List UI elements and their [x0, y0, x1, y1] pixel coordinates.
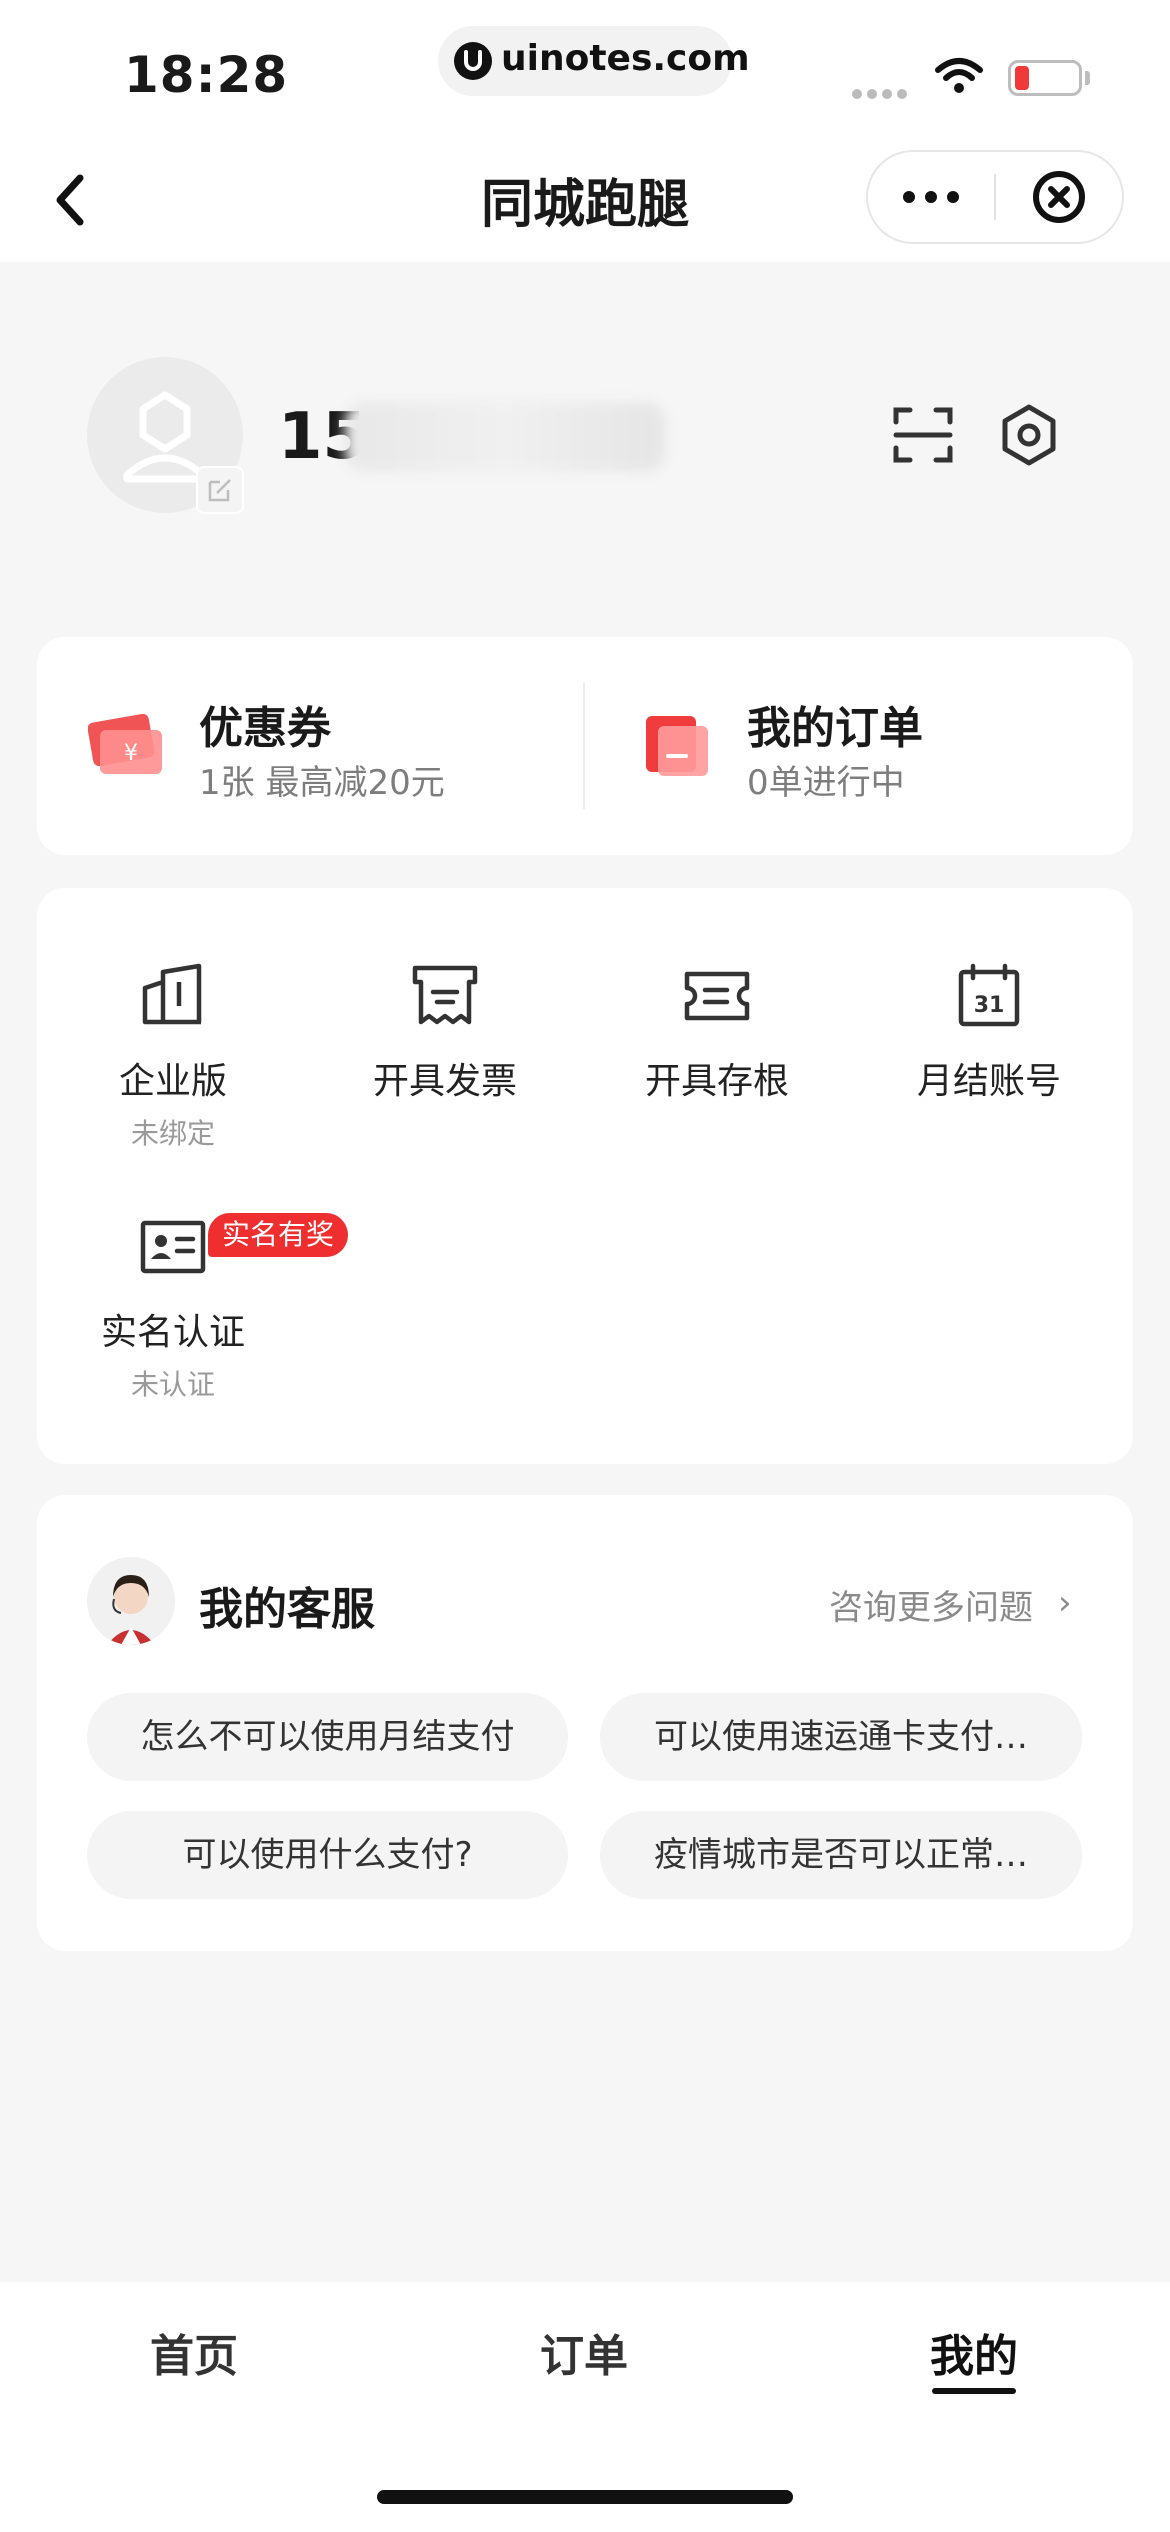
ticket-stub-icon — [684, 971, 750, 1021]
site-logo-icon — [454, 42, 492, 80]
id-card-icon — [140, 1220, 206, 1274]
edit-icon[interactable] — [196, 466, 244, 514]
chevron-right-icon[interactable]: › — [1058, 1583, 1072, 1623]
service-label: 月结账号 — [916, 1061, 1061, 1102]
more-questions-link[interactable]: 咨询更多问题 — [829, 1580, 1033, 1629]
service-monthly-account[interactable]: 31 月结账号 — [853, 962, 1125, 1104]
service-status: 未绑定 — [130, 1117, 215, 1150]
tab-mine[interactable]: 我的 — [874, 2320, 1074, 2384]
status-time: 18:28 — [124, 46, 289, 104]
capsule-divider — [994, 174, 996, 220]
building-icon — [142, 963, 202, 1025]
tab-orders[interactable]: 订单 — [484, 2320, 684, 2384]
signal-icon — [852, 84, 912, 103]
service-label: 企业版 — [118, 1061, 227, 1102]
order-icon — [642, 712, 712, 778]
coupon-title[interactable]: 优惠券 — [199, 692, 331, 756]
tab-home[interactable]: 首页 — [94, 2320, 294, 2384]
active-tab-indicator — [932, 2388, 1016, 2394]
wifi-icon — [934, 56, 984, 100]
phone-mask — [345, 402, 665, 472]
invoice-icon — [412, 965, 478, 1025]
orders-subtitle: 0单进行中 — [747, 763, 905, 803]
service-label: 实名认证 — [100, 1312, 245, 1353]
faq-chip[interactable]: 怎么不可以使用月结支付 — [87, 1693, 568, 1781]
service-label: 开具存根 — [644, 1061, 789, 1102]
more-dots-icon[interactable] — [898, 170, 964, 224]
battery-level — [1015, 66, 1029, 90]
service-invoice[interactable]: 开具发票 — [309, 962, 581, 1104]
close-circle-icon[interactable] — [1032, 170, 1086, 224]
service-agent-avatar — [87, 1557, 175, 1645]
faq-chip[interactable]: 可以使用速运通卡支付… — [600, 1693, 1082, 1781]
battery-tip — [1085, 71, 1090, 85]
summary-divider — [583, 683, 585, 809]
svg-text:31: 31 — [974, 993, 1005, 1018]
customer-service-title: 我的客服 — [199, 1584, 375, 1635]
settings-hex-icon[interactable] — [997, 403, 1061, 467]
service-status: 未认证 — [130, 1368, 215, 1401]
orders-title[interactable]: 我的订单 — [747, 692, 923, 756]
scan-icon[interactable] — [892, 404, 954, 466]
coupon-subtitle: 1张 最高减20元 — [199, 763, 445, 803]
service-enterprise[interactable]: 企业版 未绑定 — [37, 962, 309, 1152]
svg-text:¥: ¥ — [124, 741, 138, 766]
reward-badge: 实名有奖 — [208, 1213, 349, 1257]
faq-chip[interactable]: 疫情城市是否可以正常… — [600, 1811, 1082, 1899]
faq-chip[interactable]: 可以使用什么支付? — [87, 1811, 568, 1899]
calendar-icon: 31 — [958, 963, 1020, 1027]
url-text: uinotes.com — [501, 38, 750, 79]
coupon-icon: ¥ — [87, 712, 164, 778]
home-indicator — [377, 2490, 793, 2504]
service-label: 开具发票 — [372, 1061, 517, 1102]
service-stub[interactable]: 开具存根 — [581, 962, 853, 1104]
